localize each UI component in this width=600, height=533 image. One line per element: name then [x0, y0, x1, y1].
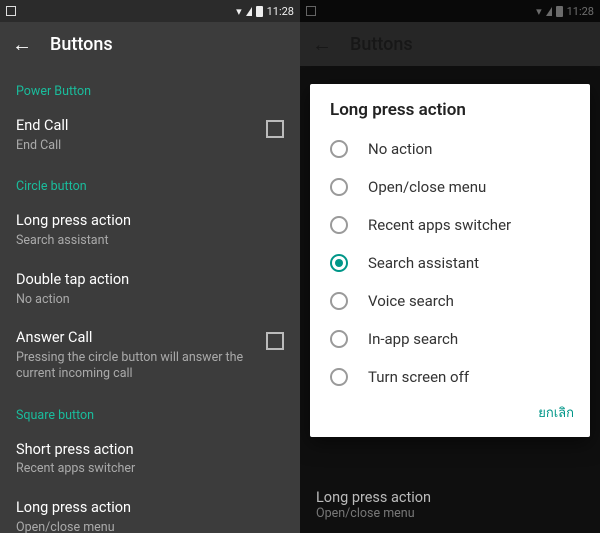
item-title: End Call [16, 117, 256, 136]
option-no-action[interactable]: No action [310, 130, 590, 168]
item-subtitle: End Call [16, 138, 256, 154]
option-label: Voice search [368, 292, 454, 310]
section-square-button: Square button [0, 394, 300, 431]
long-press-action-dialog: Long press action No action Open/close m… [310, 84, 590, 437]
battery-icon [256, 6, 263, 17]
option-recent-apps-switcher[interactable]: Recent apps switcher [310, 206, 590, 244]
dialog-title: Long press action [310, 100, 590, 130]
radio-icon[interactable] [330, 292, 348, 310]
option-label: Open/close menu [368, 178, 486, 196]
status-bar: ▾ 11:28 [0, 0, 300, 22]
section-power-button: Power Button [0, 70, 300, 107]
item-title: Long press action [16, 499, 284, 518]
option-voice-search[interactable]: Voice search [310, 282, 590, 320]
item-subtitle: Pressing the circle button will answer t… [16, 350, 256, 381]
app-bar: ← Buttons [0, 22, 300, 66]
cancel-button[interactable]: ยกเลิก [538, 406, 574, 421]
option-turn-screen-off[interactable]: Turn screen off [310, 358, 590, 396]
item-subtitle: Search assistant [16, 233, 284, 249]
option-open-close-menu[interactable]: Open/close menu [310, 168, 590, 206]
item-title: Long press action [16, 212, 284, 231]
item-answer-call[interactable]: Answer Call Pressing the circle button w… [0, 319, 300, 393]
item-subtitle: Open/close menu [16, 520, 284, 533]
ghost-item: Long press action Open/close menu [300, 483, 600, 533]
item-title: Long press action [316, 489, 584, 506]
item-title: Double tap action [16, 271, 284, 290]
item-end-call[interactable]: End Call End Call [0, 107, 300, 165]
radio-icon-selected[interactable] [330, 254, 348, 272]
right-screen: ▾ 11:28 ← Buttons Long press action Open… [300, 0, 600, 533]
item-double-tap-action[interactable]: Double tap action No action [0, 261, 300, 319]
status-time: 11:28 [267, 5, 294, 18]
option-label: Turn screen off [368, 368, 469, 386]
option-label: Recent apps switcher [368, 216, 511, 234]
option-label: Search assistant [368, 254, 479, 272]
radio-icon[interactable] [330, 330, 348, 348]
item-title: Answer Call [16, 329, 256, 348]
page-title: Buttons [50, 34, 113, 55]
item-subtitle: No action [16, 292, 284, 308]
radio-icon[interactable] [330, 178, 348, 196]
item-subtitle: Open/close menu [316, 506, 584, 521]
option-search-assistant[interactable]: Search assistant [310, 244, 590, 282]
section-circle-button: Circle button [0, 165, 300, 202]
screenshot-icon [6, 6, 16, 16]
item-short-press-action[interactable]: Short press action Recent apps switcher [0, 431, 300, 489]
left-screen: ▾ 11:28 ← Buttons Power Button End Call … [0, 0, 300, 533]
radio-icon[interactable] [330, 216, 348, 234]
option-label: No action [368, 140, 432, 158]
item-long-press-action[interactable]: Long press action Search assistant [0, 202, 300, 260]
settings-list[interactable]: Power Button End Call End Call Circle bu… [0, 66, 300, 533]
item-long-press-action-square[interactable]: Long press action Open/close menu [0, 489, 300, 533]
wifi-icon: ▾ [236, 5, 242, 18]
option-label: In-app search [368, 330, 458, 348]
back-icon[interactable]: ← [12, 32, 32, 57]
radio-icon[interactable] [330, 368, 348, 386]
item-subtitle: Recent apps switcher [16, 461, 284, 477]
checkbox-answer-call[interactable] [266, 332, 284, 350]
option-in-app-search[interactable]: In-app search [310, 320, 590, 358]
signal-icon [246, 7, 252, 16]
checkbox-end-call[interactable] [266, 120, 284, 138]
radio-icon[interactable] [330, 140, 348, 158]
item-title: Short press action [16, 441, 284, 460]
